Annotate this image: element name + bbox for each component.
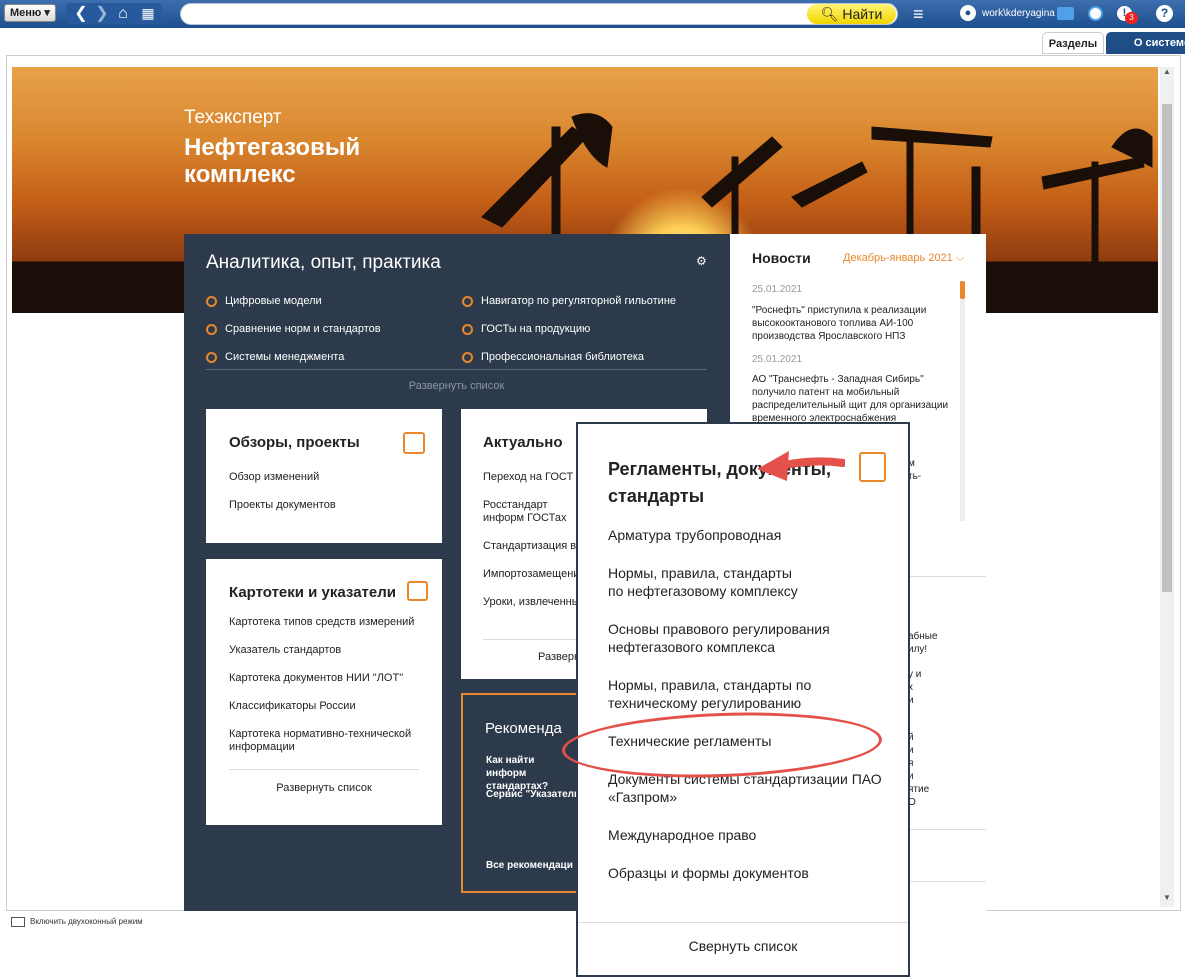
analytics-link[interactable]: ГОСТы на продукцию xyxy=(462,323,590,335)
search-icon: 🔍︎ xyxy=(820,6,839,22)
index-title[interactable]: Картотеки и указатели xyxy=(229,584,396,601)
news-date: 25.01.2021 xyxy=(752,284,803,295)
news-fragment: абные xyxy=(908,631,938,642)
news-period-select[interactable]: Декабрь-январь 2021 ⌵ xyxy=(843,252,964,265)
popup-item[interactable]: Арматура трубопроводная xyxy=(608,526,898,544)
divider xyxy=(483,639,578,640)
news-fragment: у и xyxy=(908,669,922,680)
forward-arrow-icon[interactable]: ❯ xyxy=(92,3,112,24)
divider xyxy=(229,769,419,770)
home-icon[interactable]: ⌂ xyxy=(112,3,134,24)
divider xyxy=(206,369,707,370)
red-arrow-icon xyxy=(757,451,845,481)
recommendation-link[interactable]: Сервис "Указатель xyxy=(486,788,580,801)
hero-title: Нефтегазовый комплекс xyxy=(184,134,361,188)
scroll-up-icon[interactable]: ▲ xyxy=(1162,67,1172,77)
hero-brand: Техэксперт xyxy=(184,107,282,128)
hamburger-menu-icon[interactable]: ≡ xyxy=(913,4,931,24)
news-scrollbar[interactable] xyxy=(960,281,965,521)
menu-button[interactable]: Меню ▾ xyxy=(4,4,56,22)
index-link[interactable]: Классификаторы России xyxy=(229,700,356,713)
actual-link[interactable]: Стандартизация в xyxy=(483,540,576,553)
analytics-link[interactable]: Профессиональная библиотека xyxy=(462,351,644,363)
news-date: 25.01.2021 xyxy=(752,354,803,365)
news-scrollbar-thumb[interactable] xyxy=(960,281,965,299)
archive-box-icon xyxy=(407,581,428,601)
divider xyxy=(906,576,986,577)
popup-collapse-link[interactable]: Свернуть список xyxy=(578,938,908,954)
clock-icon[interactable] xyxy=(1088,6,1103,21)
search-input[interactable] xyxy=(180,3,898,25)
news-period-label: Декабрь-январь 2021 xyxy=(843,252,953,264)
gear-icon[interactable]: ⚙ xyxy=(696,254,707,268)
news-item[interactable]: "Роснефть" приступила к реализации высок… xyxy=(752,304,952,343)
popup-item[interactable]: Нормы, правила, стандарты по нефтегазово… xyxy=(608,564,808,600)
actual-link[interactable]: Уроки, извлеченны xyxy=(483,596,580,609)
newspaper-icon xyxy=(403,432,425,454)
index-link[interactable]: Указатель стандартов xyxy=(229,644,341,657)
notification-badge: 3 xyxy=(1125,12,1138,24)
grid-icon[interactable]: ▦ xyxy=(138,3,158,24)
reviews-link[interactable]: Проекты документов xyxy=(229,499,336,512)
analytics-link[interactable]: Навигатор по регуляторной гильотине xyxy=(462,295,676,307)
analytics-link[interactable]: Сравнение норм и стандартов xyxy=(206,323,381,335)
help-icon[interactable]: ? xyxy=(1156,5,1173,22)
popup-item[interactable]: Образцы и формы документов xyxy=(608,864,898,882)
popup-item[interactable]: Нормы, правила, стандарты по техническом… xyxy=(608,676,828,712)
divider xyxy=(906,829,986,830)
find-label: Найти xyxy=(842,6,883,22)
find-button[interactable]: 🔍︎ Найти xyxy=(807,4,896,24)
index-expand-link[interactable]: Развернуть список xyxy=(229,782,419,794)
chevron-down-icon: ⌵ xyxy=(955,252,965,264)
user-name[interactable]: work\kderyagina xyxy=(982,8,1055,19)
reviews-link[interactable]: Обзор изменений xyxy=(229,471,319,484)
two-window-mode-link[interactable]: Включить двухоконный режим xyxy=(0,913,600,931)
actual-link[interactable]: Росстандарт информ ГОСТах xyxy=(483,499,573,525)
divider xyxy=(906,881,986,882)
reviews-title[interactable]: Обзоры, проекты xyxy=(229,434,360,451)
recommendations-all-link[interactable]: Все рекомендаци xyxy=(486,859,573,872)
divider xyxy=(578,922,908,923)
analytics-link[interactable]: Системы менеджмента xyxy=(206,351,344,363)
tab-about[interactable]: О системе xyxy=(1106,32,1185,54)
news-title: Новости xyxy=(752,250,811,266)
news-fragment: илу! xyxy=(908,644,928,655)
back-arrow-icon[interactable]: ❮ xyxy=(70,3,92,24)
popup-item[interactable]: Основы правового регулирования нефтегазо… xyxy=(608,620,848,656)
archive-box-icon xyxy=(859,452,886,482)
actual-title[interactable]: Актуально xyxy=(483,434,563,451)
analytics-link[interactable]: Цифровые модели xyxy=(206,295,322,307)
analytics-expand-link[interactable]: Развернуть список xyxy=(206,380,707,392)
folder-icon[interactable] xyxy=(1057,7,1074,20)
recommendations-title: Рекоменда xyxy=(485,720,562,737)
index-link[interactable]: Картотека нормативно-технической информа… xyxy=(229,728,419,754)
popup-item[interactable]: Международное право xyxy=(608,826,898,844)
analytics-title: Аналитика, опыт, практика xyxy=(206,252,441,273)
index-link[interactable]: Картотека документов НИИ "ЛОТ" xyxy=(229,672,403,685)
main-scrollbar-thumb[interactable] xyxy=(1162,104,1172,592)
actual-expand-link[interactable]: Разверн xyxy=(538,651,580,663)
news-item[interactable]: АО "Транснефть - Западная Сибирь" получи… xyxy=(752,373,952,425)
user-icon[interactable]: ● xyxy=(960,5,976,21)
scroll-down-icon[interactable]: ▼ xyxy=(1162,893,1172,903)
news-fragment: ятие xyxy=(908,784,930,795)
index-link[interactable]: Картотека типов средств измерений xyxy=(229,616,414,629)
actual-link[interactable]: Переход на ГОСТ Р xyxy=(483,471,584,484)
tab-sections[interactable]: Разделы xyxy=(1042,32,1104,54)
actual-link[interactable]: Импортозамещени xyxy=(483,568,579,581)
